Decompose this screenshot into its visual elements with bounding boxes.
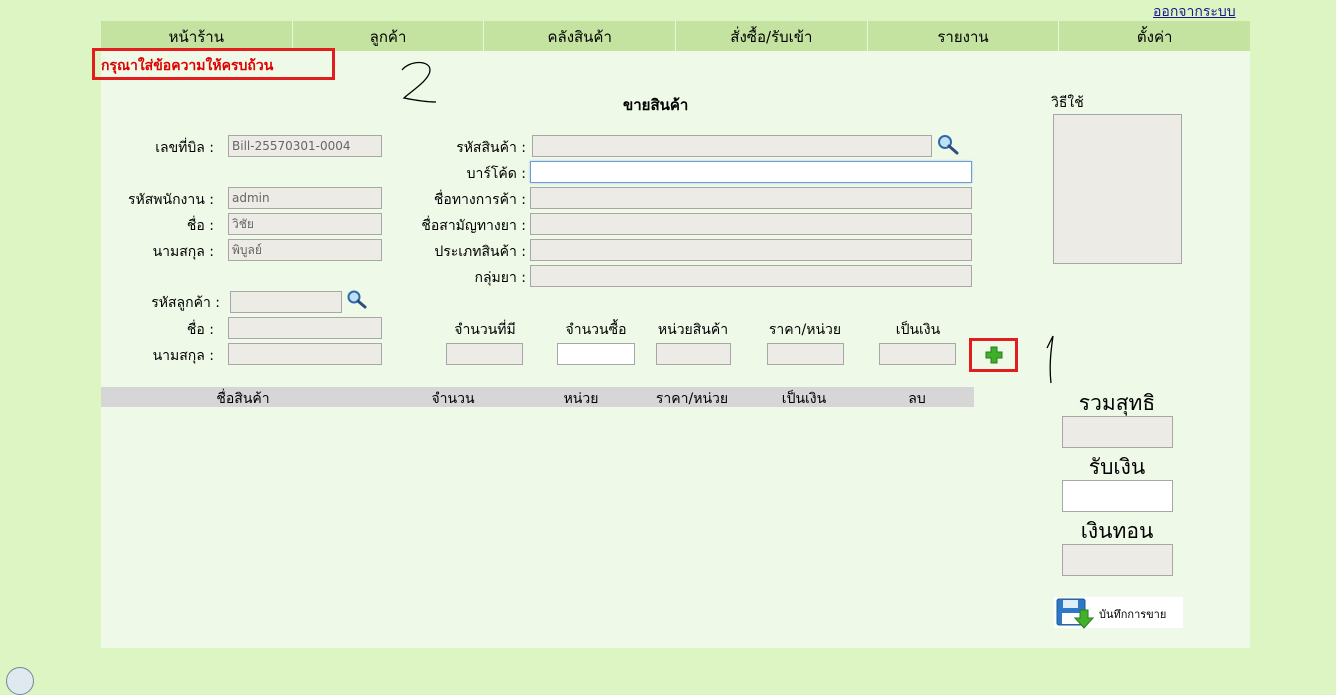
barcode-field[interactable]	[530, 161, 972, 183]
unit-field[interactable]	[656, 343, 731, 365]
buy-qty-field[interactable]	[557, 343, 635, 365]
unit-price-header: ราคา/หน่วย	[768, 322, 842, 338]
nav-item-inventory[interactable]: คลังสินค้า	[484, 21, 677, 51]
col-unit: หน่วย	[563, 391, 599, 407]
usage-label: วิธีใช้	[1051, 95, 1084, 111]
product-code-field[interactable]	[532, 135, 932, 157]
usage-textarea[interactable]	[1053, 114, 1182, 264]
col-unit-price: ราคา/หน่วย	[655, 391, 729, 407]
col-product-name: ชื่อสินค้า	[216, 391, 270, 407]
nav-item-purchasing[interactable]: สั่งซื้อ/รับเข้า	[676, 21, 868, 51]
employee-id-label: รหัสพนักงาน :	[127, 192, 214, 208]
unit-price-field[interactable]	[767, 343, 844, 365]
drug-group-label: กลุ่มยา :	[474, 270, 526, 286]
product-search-icon[interactable]	[936, 133, 960, 155]
items-table-header: ชื่อสินค้า จำนวน หน่วย ราคา/หน่วย เป็นเง…	[101, 387, 974, 407]
nav-item-reports[interactable]: รายงาน	[868, 21, 1060, 51]
annotation-mark-1	[1046, 335, 1054, 384]
bill-number-field[interactable]	[228, 135, 382, 157]
buy-qty-header: จำนวนซื้อ	[565, 322, 627, 338]
save-disk-icon	[1056, 598, 1095, 629]
change-field[interactable]	[1062, 544, 1173, 576]
received-field[interactable]	[1062, 480, 1173, 512]
error-alert-box: กรุณาใส่ข้อความให้ครบถ้วน	[92, 48, 335, 80]
customer-first-name-label: ชื่อ :	[186, 322, 214, 338]
unit-header: หน่วยสินค้า	[657, 322, 729, 338]
customer-id-field[interactable]	[230, 291, 342, 313]
col-quantity: จำนวน	[431, 391, 475, 407]
save-sale-label: บันทึกการขาย	[1099, 608, 1167, 621]
logout-link[interactable]: ออกจากระบบ	[1153, 1, 1236, 23]
bill-number-label: เลขที่บิล :	[155, 140, 214, 156]
error-message: กรุณาใส่ข้อความให้ครบถ้วน	[101, 58, 274, 74]
customer-id-label: รหัสลูกค้า :	[151, 295, 220, 311]
customer-first-name-field[interactable]	[228, 317, 382, 339]
generic-name-label: ชื่อสามัญทางยา :	[421, 218, 526, 234]
employee-first-name-field[interactable]	[228, 213, 382, 235]
product-type-label: ประเภทสินค้า :	[434, 244, 526, 260]
trade-name-label: ชื่อทางการค้า :	[433, 192, 526, 208]
stock-qty-header: จำนวนที่มี	[454, 322, 516, 338]
customer-search-icon[interactable]	[346, 289, 368, 309]
generic-name-field[interactable]	[530, 213, 972, 235]
taskbar-orb-icon	[6, 667, 34, 695]
annotation-mark-2	[401, 61, 437, 103]
add-item-button[interactable]	[969, 338, 1018, 372]
col-delete: ลบ	[908, 391, 926, 407]
col-amount: เป็นเงิน	[781, 391, 827, 407]
trade-name-field[interactable]	[530, 187, 972, 209]
amount-field[interactable]	[879, 343, 956, 365]
net-total-field[interactable]	[1062, 416, 1173, 448]
barcode-label: บาร์โค้ด :	[466, 166, 526, 182]
save-sale-button[interactable]: บันทึกการขาย	[1054, 597, 1183, 629]
product-type-field[interactable]	[530, 239, 972, 261]
nav-item-settings[interactable]: ตั้งค่า	[1059, 21, 1250, 51]
employee-id-field[interactable]	[228, 187, 382, 209]
employee-last-name-field[interactable]	[228, 239, 382, 261]
form-title: ขายสินค้า	[623, 96, 689, 114]
customer-last-name-field[interactable]	[228, 343, 382, 365]
product-code-label: รหัสสินค้า :	[456, 140, 526, 156]
customer-last-name-label: นามสกุล :	[152, 348, 214, 364]
employee-first-name-label: ชื่อ :	[186, 218, 214, 234]
main-nav: หน้าร้าน ลูกค้า คลังสินค้า สั่งซื้อ/รับเ…	[101, 21, 1250, 51]
amount-header: เป็นเงิน	[895, 322, 941, 338]
nav-item-storefront[interactable]: หน้าร้าน	[101, 21, 293, 51]
employee-last-name-label: นามสกุล :	[152, 244, 214, 260]
drug-group-field[interactable]	[530, 265, 972, 287]
nav-item-customers[interactable]: ลูกค้า	[293, 21, 485, 51]
plus-icon	[985, 346, 1003, 364]
stock-qty-field[interactable]	[446, 343, 523, 365]
